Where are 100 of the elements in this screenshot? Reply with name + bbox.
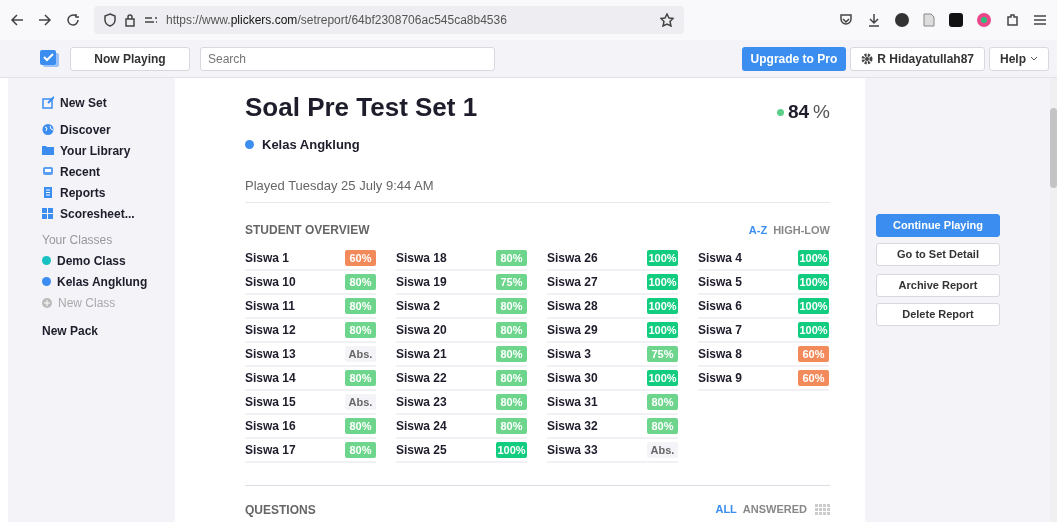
student-name: Siswa 3 [547, 345, 592, 363]
report-title: Soal Pre Test Set 1 [245, 92, 478, 124]
shield-icon [104, 13, 116, 27]
settings-icon [144, 15, 158, 25]
score-badge: 80% [496, 321, 527, 338]
score-dot [776, 108, 784, 116]
pocket-icon[interactable] [839, 13, 853, 27]
tray-icon [42, 165, 54, 178]
score-badge: Abs. [345, 393, 376, 410]
overall-score: 84 [787, 100, 810, 124]
class-dot [245, 139, 254, 149]
globe-icon [42, 123, 54, 136]
score-badge: 80% [496, 393, 527, 410]
sidebar-item[interactable]: Reports [42, 182, 175, 203]
score-badge: 80% [345, 297, 376, 314]
score-badge: Abs. [345, 345, 376, 362]
score-badge: 100% [647, 273, 678, 290]
student-name: Siswa 33 [547, 441, 598, 459]
score-badge: 100% [647, 369, 678, 386]
student-name: Siswa 28 [547, 297, 598, 315]
student-name: Siswa 16 [245, 417, 296, 435]
section-heading: Your Classes [42, 231, 114, 249]
score-badge: 80% [345, 369, 376, 386]
score-badge: Abs. [647, 441, 678, 458]
student-name: Siswa 29 [547, 321, 598, 339]
student-name: Siswa 23 [396, 393, 447, 411]
action-button[interactable]: Delete Report [876, 303, 1000, 326]
account-button[interactable]: R Hidayatullah87 [850, 46, 985, 71]
gear-icon [861, 52, 874, 65]
score-badge: 100% [647, 249, 678, 266]
address-bar[interactable]: https://www.plickers.com/setreport/64bf2308706ac545ca8b4536 [94, 6, 684, 34]
student-name: Siswa 15 [245, 393, 296, 411]
score-badge: 60% [798, 345, 829, 362]
sidebar-item[interactable]: Discover [42, 119, 175, 140]
action-button[interactable]: Archive Report [876, 274, 1000, 297]
student-name: Siswa 8 [698, 345, 743, 363]
sidebar-item[interactable]: New Pack [42, 320, 175, 341]
menu-icon[interactable] [1033, 14, 1047, 26]
score-badge: 75% [647, 345, 678, 362]
score-badge: 60% [798, 369, 829, 386]
url-text: https://www.plickers.com/setreport/64bf2308706ac545ca8b4536 [166, 12, 507, 29]
student-name: Siswa 6 [698, 297, 743, 315]
caret-icon [1030, 55, 1038, 62]
student-name: Siswa 26 [547, 249, 598, 267]
score-badge: 80% [647, 417, 678, 434]
forward-icon[interactable] [38, 13, 52, 27]
student-name: Siswa 17 [245, 441, 296, 459]
student-name: Siswa 20 [396, 321, 447, 339]
student-name: Siswa 1 [245, 249, 290, 267]
score-badge: 80% [496, 297, 527, 314]
score-badge: 80% [345, 321, 376, 338]
filter-option[interactable]: ANSWERED [736, 501, 807, 518]
class-item[interactable]: Kelas Angklung [42, 271, 175, 292]
student-name: Siswa 7 [698, 321, 743, 339]
student-name: Siswa 18 [396, 249, 447, 267]
score-badge: 80% [345, 273, 376, 290]
now-playing-button[interactable]: Now Playing [70, 46, 190, 71]
class-item[interactable]: Demo Class [42, 250, 175, 271]
student-name: Siswa 32 [547, 417, 598, 435]
page-icon[interactable] [923, 13, 935, 27]
score-badge: 100% [647, 321, 678, 338]
student-name: Siswa 30 [547, 369, 598, 387]
sort-option[interactable]: HIGH-LOW [767, 221, 830, 238]
score-badge: 80% [496, 249, 527, 266]
section-heading: QUESTIONS [245, 501, 316, 519]
student-name: Siswa 21 [396, 345, 447, 363]
score-badge: 80% [496, 417, 527, 434]
back-icon[interactable] [10, 13, 24, 27]
student-name: Siswa 13 [245, 345, 296, 363]
help-button[interactable]: Help [989, 46, 1049, 71]
student-name: Siswa 10 [245, 273, 296, 291]
score-badge: 80% [345, 417, 376, 434]
score-badge: 100% [798, 249, 829, 266]
extensions-icon[interactable] [1005, 13, 1019, 27]
sidebar-item[interactable]: Recent [42, 161, 175, 182]
sidebar-item[interactable]: Your Library [42, 140, 175, 161]
grid-icon [42, 207, 54, 220]
score-badge: 100% [798, 297, 829, 314]
score-badge: 80% [345, 441, 376, 458]
student-name: Siswa 24 [396, 417, 447, 435]
folder-icon [42, 144, 54, 157]
score-badge: 80% [496, 369, 527, 386]
star-icon[interactable] [660, 13, 674, 27]
student-name: Siswa 14 [245, 369, 296, 387]
played-date: Played Tuesday 25 July 9:44 AM [245, 176, 830, 203]
download-icon[interactable] [867, 13, 881, 27]
student-name: Siswa 27 [547, 273, 598, 291]
action-button[interactable]: Go to Set Detail [876, 243, 1000, 266]
sidebar-item[interactable]: New Set [42, 92, 175, 113]
sidebar-item[interactable]: Scoresheet... [42, 203, 175, 224]
search-field[interactable]: Search [200, 46, 495, 71]
score-badge: 60% [345, 249, 376, 266]
student-name: Siswa 9 [698, 369, 743, 387]
student-name: Siswa 25 [396, 441, 447, 459]
reload-icon[interactable] [66, 13, 80, 27]
student-name: Siswa 19 [396, 273, 447, 291]
checkbox-logo-icon[interactable] [40, 49, 60, 68]
scrollbar-thumb[interactable] [1050, 108, 1057, 188]
plus-icon [42, 297, 52, 308]
student-name: Siswa 11 [245, 297, 296, 315]
